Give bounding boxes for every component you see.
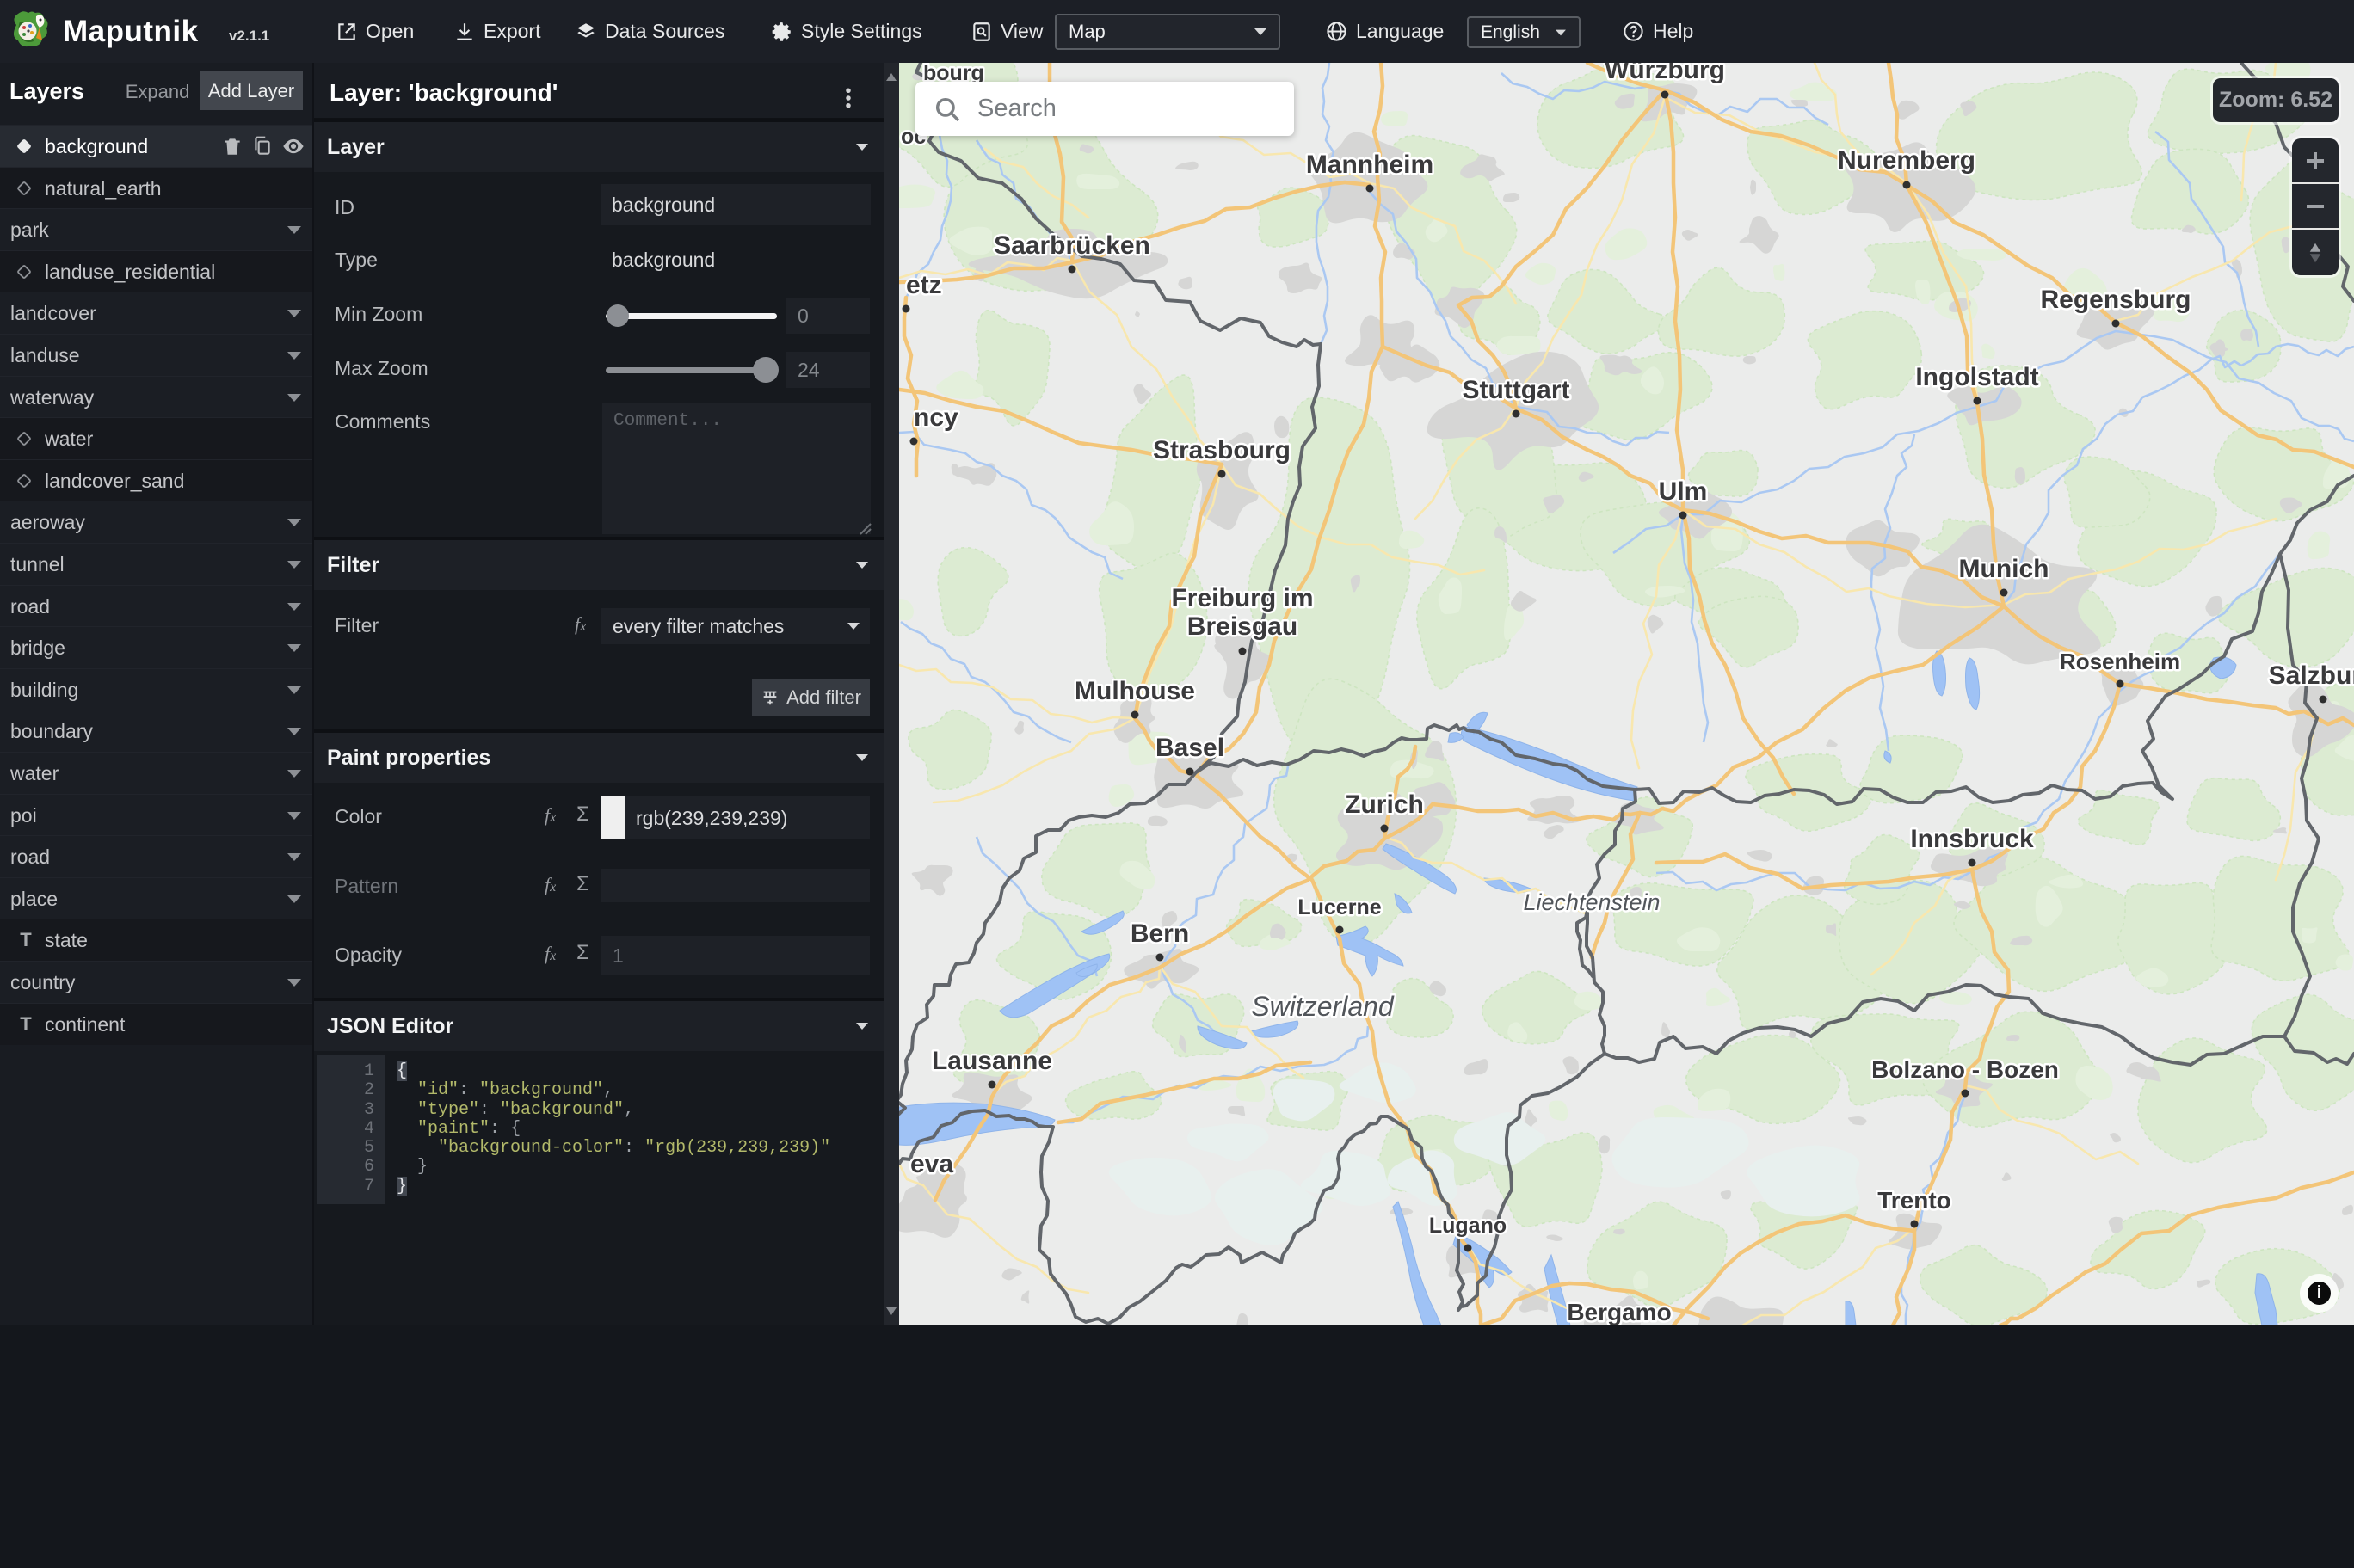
svg-text:Salzburg: Salzburg	[2269, 661, 2354, 690]
svg-text:Breisgau: Breisgau	[1187, 612, 1297, 641]
svg-text:Mannheim: Mannheim	[1306, 151, 1433, 179]
svg-text:Strasbourg: Strasbourg	[1153, 436, 1291, 464]
svg-text:Saarbrücken: Saarbrücken	[994, 231, 1150, 260]
svg-text:Nuremberg: Nuremberg	[1838, 146, 1975, 175]
svg-text:Innsbruck: Innsbruck	[1910, 825, 2034, 853]
svg-text:Bergamo: Bergamo	[1567, 1299, 1671, 1325]
svg-text:Bolzano - Bozen: Bolzano - Bozen	[1871, 1056, 2059, 1083]
svg-text:Lugano: Lugano	[1429, 1214, 1507, 1238]
svg-text:Ingolstadt: Ingolstadt	[1915, 363, 2038, 391]
svg-text:Würzburg: Würzburg	[1605, 63, 1725, 84]
svg-text:Trento: Trento	[1877, 1187, 1951, 1214]
svg-text:Lausanne: Lausanne	[932, 1047, 1052, 1075]
svg-text:Rosenheim: Rosenheim	[2060, 649, 2180, 674]
svg-text:Mulhouse: Mulhouse	[1075, 677, 1195, 705]
svg-text:ncy: ncy	[914, 403, 958, 432]
svg-text:etz: etz	[906, 271, 942, 299]
svg-text:Zurich: Zurich	[1345, 790, 1424, 819]
svg-text:Bern: Bern	[1131, 919, 1189, 948]
svg-text:eva: eva	[910, 1150, 953, 1178]
svg-text:Switzerland: Switzerland	[1251, 991, 1395, 1022]
svg-text:Lucerne: Lucerne	[1297, 895, 1381, 919]
svg-text:Basel: Basel	[1155, 734, 1224, 762]
svg-text:Stuttgart: Stuttgart	[1463, 376, 1570, 404]
svg-text:Regensburg: Regensburg	[2040, 286, 2191, 314]
svg-text:Liechtenstein: Liechtenstein	[1523, 889, 1660, 915]
svg-text:Ulm: Ulm	[1659, 477, 1708, 506]
svg-text:Freiburg im: Freiburg im	[1171, 584, 1313, 612]
svg-text:Munich: Munich	[1959, 555, 2049, 583]
